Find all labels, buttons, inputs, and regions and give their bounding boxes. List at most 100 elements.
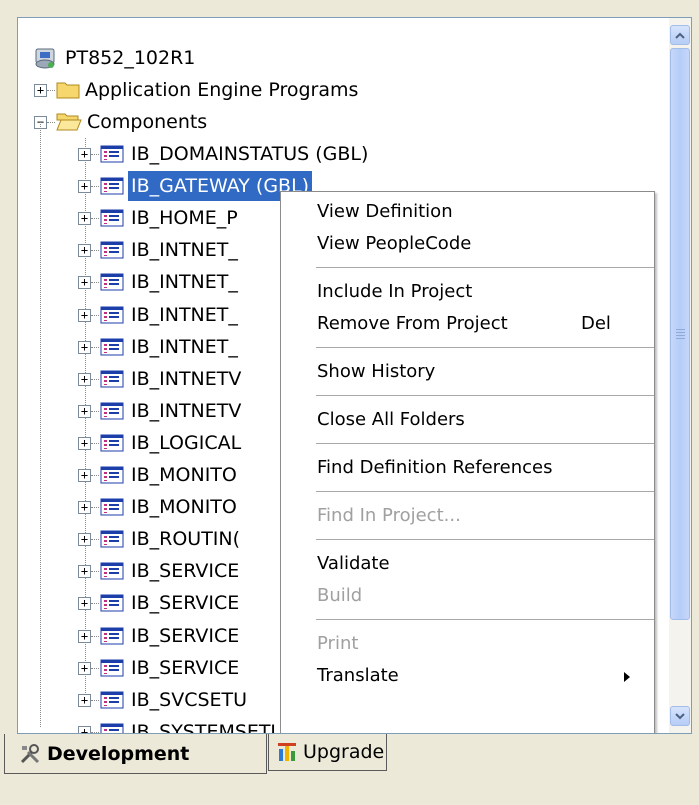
menu-item-label: Validate [317,553,390,574]
tree-item-label: IB_MONITO [131,464,237,486]
menu-item-label: View PeopleCode [317,233,472,254]
component-icon [100,594,124,612]
tree-item-label: IB_INTNET_ [131,271,238,293]
expand-icon[interactable]: + [78,501,91,514]
tree-folder-label: Application Engine Programs [85,79,359,101]
expand-icon[interactable]: + [78,276,91,289]
menu-item[interactable]: Close All Folders [281,404,654,436]
menu-item[interactable]: Show History [281,356,654,388]
component-icon [100,370,124,388]
tools-icon [20,743,40,763]
component-icon [100,723,124,733]
menu-item[interactable]: Validate [281,548,654,580]
expand-icon[interactable]: + [78,373,91,386]
component-icon [100,530,124,548]
menu-item-label: Find Definition References [317,457,553,478]
expand-icon[interactable]: + [78,726,91,733]
tree-item-label: IB_SERVICE [131,657,240,679]
menu-item-label: Print [317,633,359,654]
component-icon [100,434,124,452]
tree-item-label: IB_SERVICE [131,592,240,614]
tree-item-label: IB_HOME_P [131,207,238,229]
expand-icon[interactable]: + [78,565,91,578]
expand-icon[interactable]: + [78,244,91,257]
menu-item-label: Include In Project [317,281,473,302]
menu-separator [316,443,654,444]
folder-open-icon [56,113,82,131]
menu-item[interactable]: Translate [281,660,654,692]
context-menu: View Definition View PeopleCode Include In… [280,191,655,733]
menu-item[interactable]: Print [281,628,654,660]
tree-item-label: IB_INTNETV [131,368,242,390]
tree-root-label: PT852_102R1 [65,47,196,69]
scroll-up-button[interactable] [670,25,690,45]
workspace-tabs: Development Upgrade [0,734,699,805]
component-icon [100,177,124,195]
tree-item-label: IB_DOMAINSTATUS (GBL) [131,143,369,165]
menu-item[interactable]: Include In Project [281,276,654,308]
tab-upgrade[interactable]: Upgrade [268,734,387,771]
component-icon [100,338,124,356]
component-icon [100,691,124,709]
tree-item-label: IB_INTNET_ [131,336,238,358]
menu-item-label: Find In Project... [317,505,461,526]
tree-item-label: IB_INTNET_ [131,304,238,326]
expand-icon[interactable]: + [34,84,47,97]
expand-icon[interactable]: + [78,405,91,418]
menu-item[interactable]: View PeopleCode [281,228,654,260]
component-icon [100,273,124,291]
component-icon [100,466,124,484]
expand-icon[interactable]: + [78,597,91,610]
expand-icon[interactable]: + [78,309,91,322]
component-icon [100,659,124,677]
chevron-down-icon [675,712,685,719]
tab-upgrade-label: Upgrade [303,741,385,763]
component-icon [100,402,124,420]
component-icon [100,627,124,645]
menu-separator [316,395,654,396]
menu-item-label: View Definition [317,201,453,222]
tree-item-label: IB_SERVICE [131,625,240,647]
vertical-scrollbar[interactable] [669,18,691,733]
chevron-up-icon [675,32,685,39]
tree-folder-label: Components [87,111,208,133]
menu-separator [316,539,654,540]
menu-item[interactable]: Find Definition References [281,452,654,484]
menu-item-shortcut: Del [581,313,611,334]
expand-icon[interactable]: + [78,469,91,482]
component-icon [100,306,124,324]
scroll-thumb[interactable] [670,48,690,620]
menu-separator [316,267,654,268]
component-icon [100,498,124,516]
expand-icon[interactable]: + [78,533,91,546]
menu-item-label: Remove From Project [317,313,508,334]
tree-item-label: IB_INTNETV [131,400,242,422]
tab-development[interactable]: Development [4,734,267,774]
folder-closed-icon [56,82,80,99]
expand-icon[interactable]: + [78,694,91,707]
expand-icon[interactable]: + [78,148,91,161]
tree-item-label: IB_MONITO [131,496,237,518]
submenu-arrow-icon [624,672,630,682]
project-workspace: PT852_102R1 + Application Engine Program… [17,17,692,734]
menu-item[interactable]: Find In Project... [281,500,654,532]
scroll-down-button[interactable] [670,706,690,726]
expand-icon[interactable]: + [78,630,91,643]
menu-item[interactable]: Remove From Project Del [281,308,654,340]
component-icon [100,209,124,227]
expand-icon[interactable]: + [78,212,91,225]
menu-separator [316,619,654,620]
expand-icon[interactable]: + [78,180,91,193]
tree-item-label: IB_SERVICE [131,560,240,582]
menu-item[interactable]: View Definition [281,196,654,228]
tree-item-label: IB_INTNET_ [131,239,238,261]
tree-item-label: IB_SVCSETU [131,689,248,711]
expand-icon[interactable]: + [78,341,91,354]
menu-item[interactable]: Build [281,580,654,612]
database-icon [35,48,55,69]
menu-item-label: Show History [317,361,436,382]
menu-item-label: Close All Folders [317,409,465,430]
menu-separator [316,347,654,348]
expand-icon[interactable]: + [78,662,91,675]
expand-icon[interactable]: + [78,437,91,450]
